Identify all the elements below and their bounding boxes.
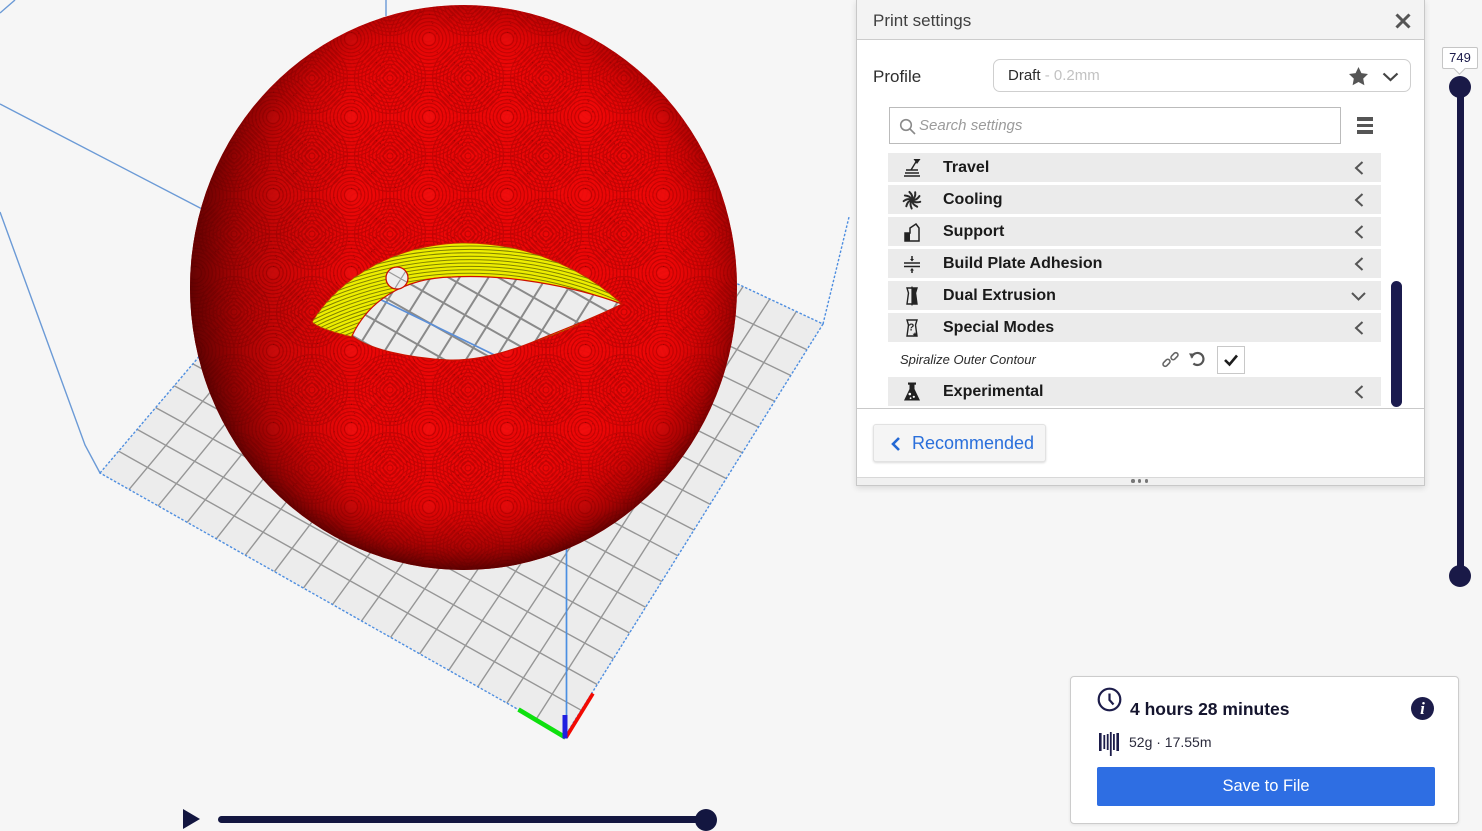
- svg-text:?: ?: [908, 322, 914, 333]
